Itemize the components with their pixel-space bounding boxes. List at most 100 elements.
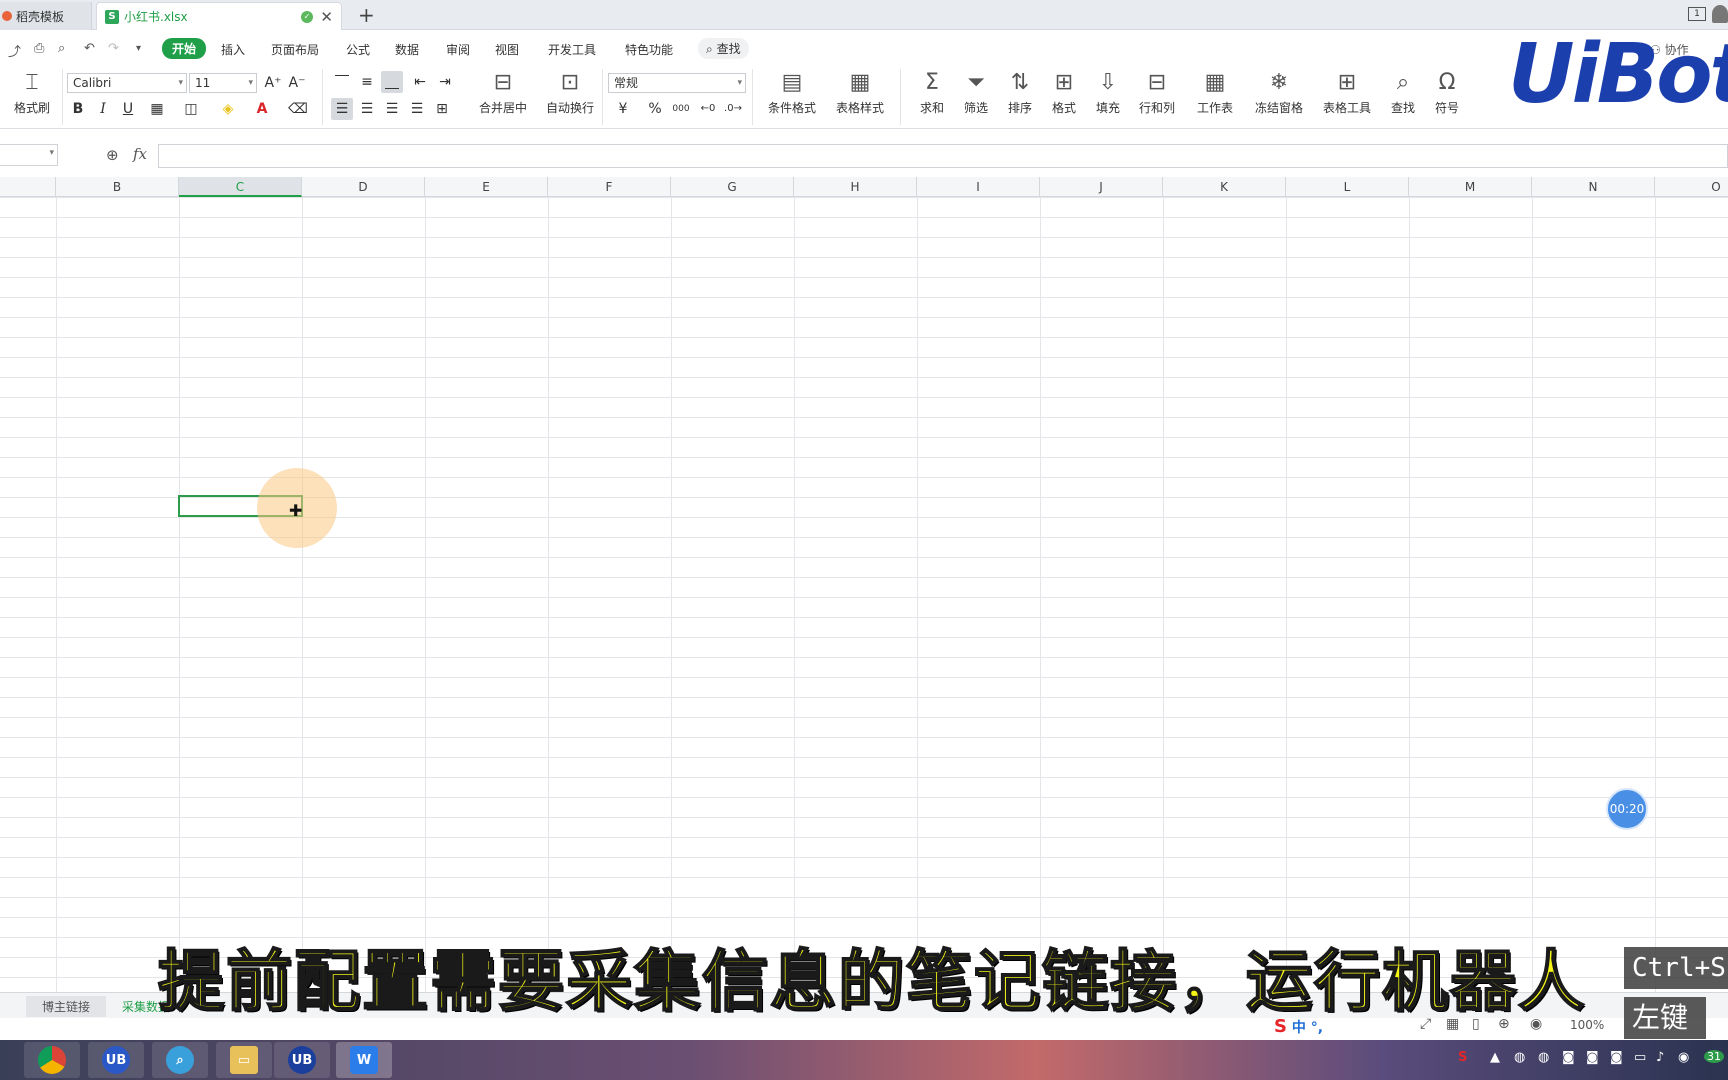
recording-timer[interactable]: 00:20: [1606, 788, 1648, 830]
merge-center-button[interactable]: ⊟ 合并居中: [472, 68, 534, 116]
currency-icon[interactable]: ¥: [612, 98, 634, 120]
taskbar-wps[interactable]: W: [336, 1042, 392, 1078]
column-header-i[interactable]: I: [917, 177, 1040, 197]
tray-app-icon[interactable]: ◉: [1678, 1050, 1689, 1065]
menu-special[interactable]: 特色功能: [625, 41, 673, 58]
taskbar-uibot-creator[interactable]: UB: [88, 1042, 144, 1078]
tray-network-icon[interactable]: ▭: [1634, 1050, 1646, 1065]
tray-sogou-icon[interactable]: S: [1458, 1050, 1467, 1065]
function-icon[interactable]: fx: [133, 145, 147, 163]
column-header-e[interactable]: E: [425, 177, 548, 197]
font-name-select[interactable]: Calibri: [67, 73, 187, 93]
symbol-button[interactable]: Ω 符号: [1420, 68, 1474, 116]
zoom-icon[interactable]: ⊕: [106, 146, 119, 164]
column-header-a[interactable]: [0, 177, 56, 197]
menu-data[interactable]: 数据: [395, 41, 419, 58]
formula-input[interactable]: [158, 144, 1728, 168]
ime-indicator[interactable]: S 中 °,: [1274, 1016, 1323, 1037]
menu-review[interactable]: 审阅: [446, 41, 470, 58]
undo-icon[interactable]: ↶: [84, 41, 95, 56]
tray-volume-icon[interactable]: ♪: [1656, 1050, 1664, 1065]
font-size-select[interactable]: 11: [189, 73, 257, 93]
align-left-icon[interactable]: ☰: [331, 98, 353, 120]
tray-app-icon[interactable]: ◍: [1514, 1050, 1525, 1065]
tray-app-icon[interactable]: ◙: [1586, 1050, 1599, 1065]
menu-formula[interactable]: 公式: [346, 41, 370, 58]
cond-format-button[interactable]: ▤ 条件格式: [760, 68, 824, 116]
window-switch-button[interactable]: 1: [1688, 7, 1706, 21]
table-tools-button[interactable]: ⊞ 表格工具: [1318, 68, 1376, 116]
search-menu-button[interactable]: ⌕ 查找: [698, 38, 749, 59]
tray-expand-icon[interactable]: ▲: [1490, 1050, 1500, 1065]
font-color-icon[interactable]: A: [251, 98, 273, 120]
cell-style-icon[interactable]: ◫: [180, 98, 202, 120]
new-tab-button[interactable]: +: [358, 3, 375, 27]
column-header-b[interactable]: B: [56, 177, 179, 197]
distribute-icon[interactable]: ⊞: [431, 98, 453, 120]
column-header-g[interactable]: G: [671, 177, 794, 197]
menu-page-layout[interactable]: 页面布局: [271, 41, 319, 58]
align-bottom-icon[interactable]: ⎽: [381, 71, 403, 93]
number-format-select[interactable]: 常规: [608, 73, 746, 93]
italic-icon[interactable]: I: [92, 98, 114, 120]
taskbar-chrome[interactable]: [24, 1042, 80, 1078]
outdent-icon[interactable]: ⇤: [409, 71, 431, 93]
justify-icon[interactable]: ☰: [406, 98, 428, 120]
column-header-m[interactable]: M: [1409, 177, 1532, 197]
column-header-h[interactable]: H: [794, 177, 917, 197]
wrap-text-button[interactable]: ⊡ 自动换行: [540, 68, 600, 116]
border-icon[interactable]: ▦: [146, 98, 168, 120]
redo-icon[interactable]: ↷: [108, 41, 119, 56]
decrease-font-icon[interactable]: A⁻: [286, 72, 308, 94]
taskbar-uibot-worker[interactable]: UB: [274, 1042, 330, 1078]
fill-color-icon[interactable]: ◈: [217, 98, 239, 120]
print-preview-icon[interactable]: ⌕: [58, 41, 65, 56]
align-center-icon[interactable]: ☰: [356, 98, 378, 120]
tray-app-icon[interactable]: ◙: [1610, 1050, 1623, 1065]
customize-toolbar-icon[interactable]: ▾: [136, 43, 141, 54]
column-header-l[interactable]: L: [1286, 177, 1409, 197]
underline-icon[interactable]: U: [117, 98, 139, 120]
column-header-c[interactable]: C: [179, 177, 302, 197]
increase-font-icon[interactable]: A⁺: [262, 72, 284, 94]
column-header-k[interactable]: K: [1163, 177, 1286, 197]
cell-grid[interactable]: [0, 197, 1728, 993]
align-middle-icon[interactable]: ≡: [356, 71, 378, 93]
clear-format-icon[interactable]: ⌫: [287, 98, 309, 120]
avatar[interactable]: [1712, 5, 1728, 23]
worksheet-button[interactable]: ▦ 工作表: [1186, 68, 1244, 116]
menu-insert[interactable]: 插入: [221, 41, 245, 58]
percent-icon[interactable]: %: [644, 98, 666, 120]
print-icon[interactable]: ⎙: [34, 41, 44, 56]
table-style-button[interactable]: ▦ 表格样式: [828, 68, 892, 116]
tray-app-icon[interactable]: ◙: [1562, 1050, 1575, 1065]
taskbar-file-explorer[interactable]: ▭: [216, 1042, 272, 1078]
column-header-o[interactable]: O: [1655, 177, 1728, 197]
tray-clock[interactable]: 31: [1704, 1050, 1724, 1063]
column-header-n[interactable]: N: [1532, 177, 1655, 197]
menu-view[interactable]: 视图: [495, 41, 519, 58]
align-right-icon[interactable]: ☰: [381, 98, 403, 120]
close-icon[interactable]: ✕: [320, 8, 333, 26]
indent-icon[interactable]: ⇥: [434, 71, 456, 93]
align-top-icon[interactable]: ⎺: [331, 71, 353, 93]
format-painter-button[interactable]: ⌶ 格式刷: [4, 68, 60, 116]
taskbar-search-tool[interactable]: ⌕: [152, 1042, 208, 1078]
tab-xlsx[interactable]: S 小红书.xlsx ✓ ✕: [96, 2, 342, 30]
column-header-f[interactable]: F: [548, 177, 671, 197]
menu-home[interactable]: 开始: [162, 38, 207, 59]
column-header-d[interactable]: D: [302, 177, 425, 197]
tray-app-icon[interactable]: ◍: [1538, 1050, 1549, 1065]
quick-open-icon[interactable]: ⤴: [8, 41, 21, 60]
bold-icon[interactable]: B: [67, 98, 89, 120]
row-col-button[interactable]: ⊟ 行和列: [1128, 68, 1186, 116]
increase-decimal-icon[interactable]: ←0: [697, 98, 719, 120]
tab-template[interactable]: 稻壳模板: [0, 2, 92, 30]
name-box[interactable]: [0, 144, 58, 166]
column-header-j[interactable]: J: [1040, 177, 1163, 197]
thousands-icon[interactable]: 000: [670, 98, 692, 120]
freeze-button[interactable]: ❄ 冻结窗格: [1250, 68, 1308, 116]
menu-developer[interactable]: 开发工具: [548, 41, 596, 58]
decrease-decimal-icon[interactable]: .0→: [722, 98, 744, 120]
sheet-tab-blogger-links[interactable]: 博主链接: [26, 996, 107, 1017]
